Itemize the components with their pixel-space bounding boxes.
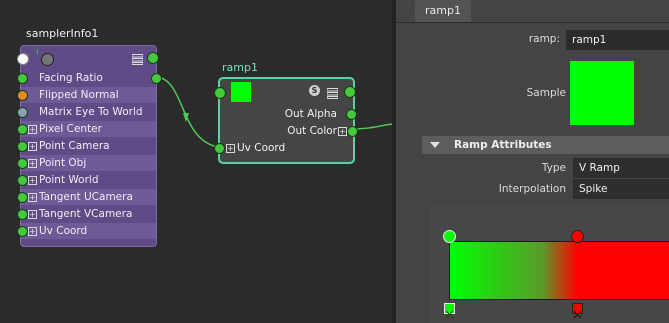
uv-coord-in-port[interactable] — [214, 143, 225, 154]
expand-icon[interactable]: + — [28, 227, 37, 236]
collapse-arrow-icon[interactable] — [430, 142, 440, 148]
tangent-vcamera-in-port[interactable] — [17, 209, 28, 220]
uv-coord-row[interactable]: + Uv Coord — [214, 140, 353, 156]
attr-row-matrix-eye-to-world[interactable]: Matrix Eye To World — [17, 104, 156, 120]
attr-label: Uv Coord — [39, 225, 88, 237]
expand-icon[interactable]: + — [28, 125, 37, 134]
attr-label: Tangent VCamera — [39, 208, 133, 220]
attr-row-tangent-vcamera[interactable]: + Tangent VCamera — [17, 206, 156, 222]
attr-row-point-camera[interactable]: + Point Camera — [17, 138, 156, 154]
sampler-info-node[interactable]: i Facing Ratio Flipped Normal Matrix Eye… — [17, 45, 162, 247]
attr-row-flipped-normal[interactable]: Flipped Normal — [17, 87, 156, 103]
out-alpha-port[interactable] — [346, 109, 357, 120]
attr-label: Pixel Center — [39, 123, 102, 135]
interpolation-dropdown[interactable]: Spike — [573, 179, 669, 199]
facing-ratio-connection — [156, 76, 219, 148]
attr-label: Matrix Eye To World — [39, 106, 143, 118]
out-alpha-row[interactable]: Out Alpha — [220, 106, 357, 122]
delete-entry-button-red[interactable] — [572, 303, 583, 319]
expand-icon[interactable]: + — [226, 144, 235, 153]
matrix-eye-to-world-in-port[interactable] — [17, 107, 28, 118]
node-output-port[interactable] — [344, 86, 356, 98]
facing-ratio-out-port[interactable] — [151, 73, 162, 84]
attr-label: Tangent UCamera — [39, 191, 133, 203]
attr-label: Flipped Normal — [39, 89, 119, 101]
attr-row-point-obj[interactable]: + Point Obj — [17, 155, 156, 171]
color-entry-handle-red[interactable] — [571, 230, 584, 243]
tab-bar-line — [396, 22, 669, 23]
delete-entry-button-green[interactable] — [444, 303, 455, 319]
attribute-list-icon[interactable] — [131, 50, 144, 65]
node-output-port[interactable] — [147, 52, 159, 64]
attribute-list-icon[interactable] — [326, 84, 339, 99]
expand-icon[interactable]: + — [338, 127, 347, 136]
attr-label: Facing Ratio — [39, 72, 103, 84]
attr-label: Point Obj — [39, 157, 87, 169]
interpolation-label: Interpolation — [498, 183, 566, 195]
out-color-label: Out Color — [287, 125, 337, 137]
expand-icon[interactable]: + — [28, 176, 37, 185]
node-input-port[interactable] — [214, 87, 226, 99]
expand-icon[interactable]: + — [28, 193, 37, 202]
sample-swatch — [570, 61, 634, 125]
uv-coord-label: Uv Coord — [237, 142, 286, 154]
ramp-node-title: ramp1 — [222, 61, 258, 74]
expand-icon[interactable]: + — [28, 210, 37, 219]
out-alpha-label: Out Alpha — [284, 108, 337, 120]
ramp-node[interactable]: S Out Alpha Out Color + + Uv Coord — [214, 77, 358, 164]
ramp-name-field[interactable]: ramp1 — [566, 30, 669, 50]
ramp-field-label: ramp: — [528, 33, 560, 45]
tab-ramp1[interactable]: ramp1 — [415, 0, 471, 22]
tangent-ucamera-in-port[interactable] — [17, 192, 28, 203]
node-graph[interactable]: samplerInfo1 i Facing Ratio Flipped Norm… — [0, 0, 392, 323]
shading-icon[interactable]: S — [309, 85, 320, 96]
point-obj-in-port[interactable] — [17, 158, 28, 169]
color-entry-handle-green[interactable] — [443, 230, 456, 243]
attr-label: Point Camera — [39, 140, 110, 152]
out-color-port[interactable] — [347, 126, 358, 137]
attr-row-uv-coord[interactable]: + Uv Coord — [17, 223, 156, 239]
attr-row-facing-ratio[interactable]: Facing Ratio — [17, 70, 162, 86]
attr-row-pixel-center[interactable]: + Pixel Center — [17, 121, 156, 137]
point-world-in-port[interactable] — [17, 175, 28, 186]
out-color-row[interactable]: Out Color + — [220, 123, 358, 139]
type-dropdown[interactable]: V Ramp — [573, 158, 669, 178]
sample-label: Sample — [526, 87, 566, 99]
pixel-center-in-port[interactable] — [17, 124, 28, 135]
type-label: Type — [541, 162, 566, 174]
flipped-normal-in-port[interactable] — [17, 90, 28, 101]
section-title: Ramp Attributes — [454, 139, 552, 151]
expand-icon[interactable]: + — [28, 159, 37, 168]
sampler-node-title: samplerInfo1 — [26, 27, 99, 40]
node-input-port[interactable] — [17, 53, 29, 65]
point-camera-in-port[interactable] — [17, 141, 28, 152]
ramp-color-swatch — [231, 82, 251, 102]
attr-row-point-world[interactable]: + Point World — [17, 172, 156, 188]
facing-ratio-in-port[interactable] — [17, 73, 28, 84]
sampler-node-icon — [41, 53, 54, 66]
uv-coord-in-port[interactable] — [17, 226, 28, 237]
expand-icon[interactable]: + — [28, 142, 37, 151]
ramp-gradient[interactable] — [449, 241, 669, 300]
attr-label: Point World — [39, 174, 99, 186]
ramp-attributes-header[interactable]: Ramp Attributes — [422, 136, 669, 154]
attr-row-tangent-ucamera[interactable]: + Tangent UCamera — [17, 189, 156, 205]
